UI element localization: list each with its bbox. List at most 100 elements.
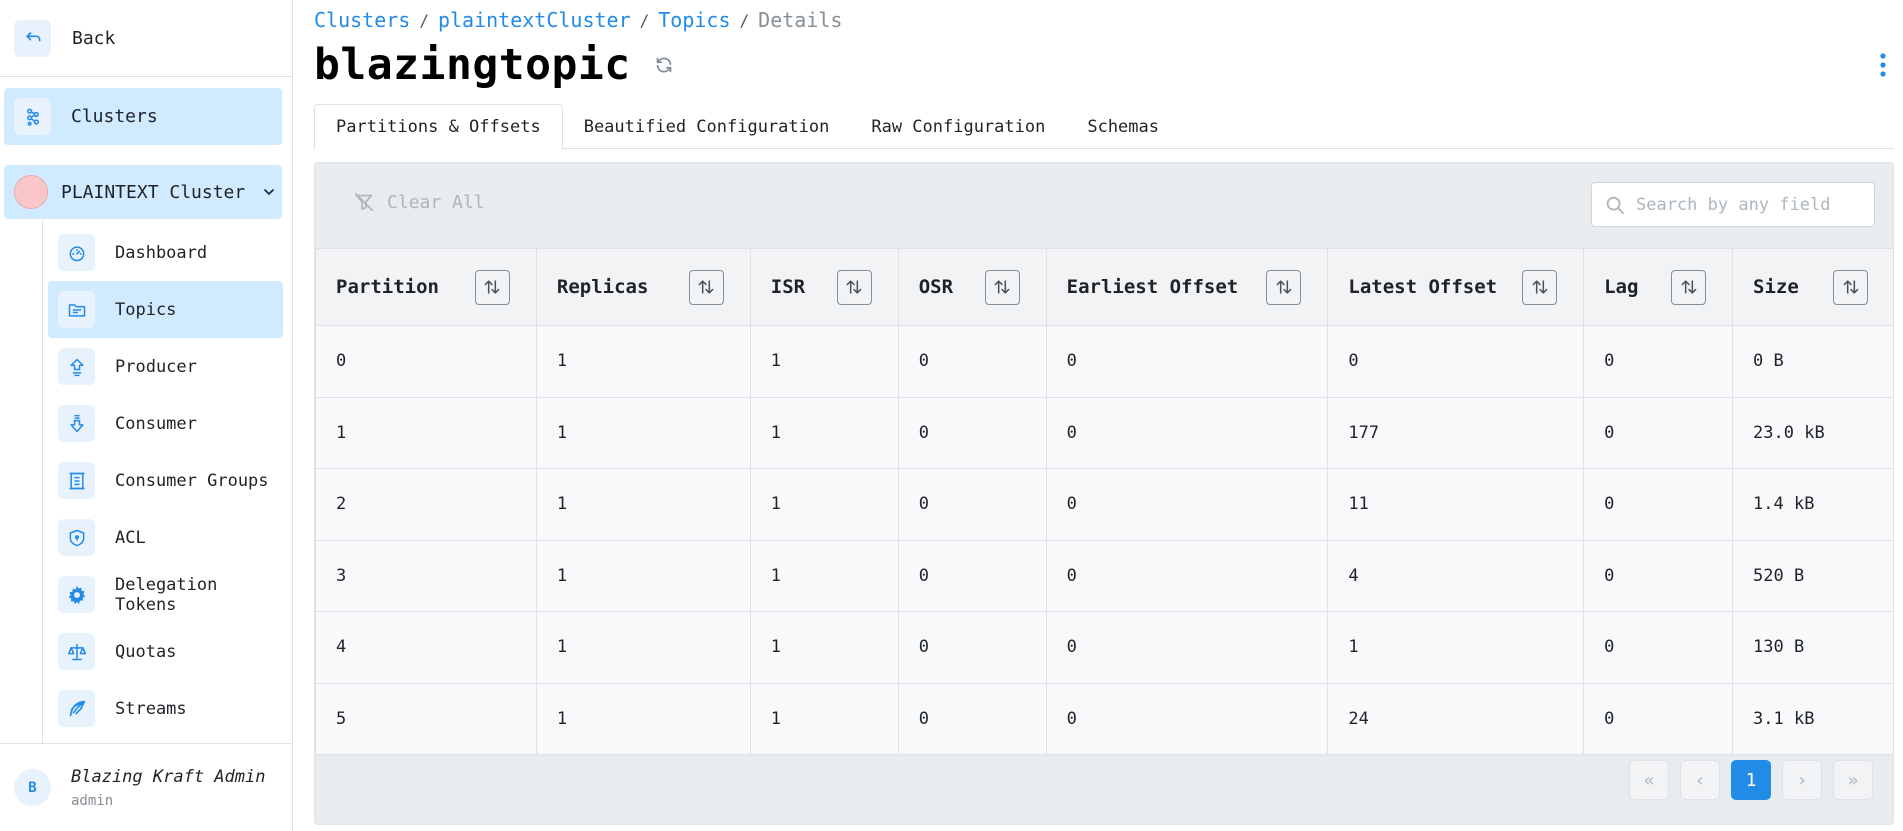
avatar: B (14, 769, 51, 806)
sidebar-item-delegation-tokens[interactable]: Delegation Tokens (48, 566, 283, 623)
sort-icon[interactable] (1833, 269, 1868, 305)
column-header: Replicas (535, 248, 751, 326)
last-page-button[interactable]: » (1833, 760, 1873, 800)
sidebar-item-label: Topics (115, 299, 177, 320)
sidebar-item-label: Producer (115, 356, 197, 377)
page-button-current[interactable]: 1 (1731, 760, 1771, 800)
tab-partitions-offsets[interactable]: Partitions & Offsets (314, 104, 563, 150)
user-profile[interactable]: B Blazing Kraft Admin admin (0, 743, 292, 831)
sidebar: Back Clusters PLAINTEXT Cluster Dashboar… (0, 0, 293, 831)
back-label: Back (72, 27, 116, 49)
filter-off-icon (353, 191, 375, 213)
column-header-label: Size (1753, 276, 1799, 298)
sidebar-item-streams[interactable]: Streams (48, 680, 283, 737)
table-cell: 1 (749, 611, 899, 684)
nav-clusters-label: Clusters (71, 106, 158, 127)
cluster-name: PLAINTEXT Cluster (61, 181, 246, 203)
next-page-button[interactable]: › (1782, 760, 1822, 800)
table-cell: 3.1 kB (1732, 682, 1893, 755)
table-cell: 0 (1045, 539, 1329, 612)
cluster-selector[interactable]: PLAINTEXT Cluster (4, 165, 282, 219)
sort-icon[interactable] (836, 269, 872, 305)
tab-beautified-configuration[interactable]: Beautified Configuration (563, 104, 851, 149)
sort-icon[interactable] (1266, 269, 1302, 305)
clear-all-label: Clear All (387, 191, 485, 213)
column-header-label: Latest Offset (1348, 276, 1498, 298)
sort-icon[interactable] (474, 269, 510, 305)
feather-icon (58, 690, 95, 727)
column-header-label: Earliest Offset (1066, 276, 1239, 298)
sidebar-item-label: Consumer (115, 413, 197, 434)
download-arrow-icon (58, 405, 95, 442)
network-icon (14, 98, 51, 135)
sort-icon[interactable] (1671, 269, 1707, 305)
table-cell: 1 (1327, 611, 1585, 684)
user-role: admin (71, 792, 114, 809)
sidebar-item-dashboard[interactable]: Dashboard (48, 224, 283, 281)
sort-icon[interactable] (688, 269, 724, 305)
clear-all-button[interactable]: Clear All (353, 191, 485, 213)
table-cell: 0 (1583, 682, 1734, 755)
table-cell: 0 (1045, 682, 1329, 755)
table-cell: 0 (897, 325, 1047, 398)
column-header-inner: Latest Offset (1348, 269, 1583, 305)
table-cell: 24 (1327, 682, 1585, 755)
table-cell: 4 (315, 611, 537, 684)
partitions-panel: Clear All Partition Replicas ISR OSR Earlies… (314, 162, 1894, 825)
sidebar-item-consumer-groups[interactable]: Consumer Groups (48, 452, 283, 509)
sort-icon[interactable] (984, 269, 1020, 305)
nav-clusters[interactable]: Clusters (4, 88, 282, 145)
back-button[interactable]: Back (0, 0, 292, 77)
table-cell: 2 (315, 468, 537, 541)
shield-icon (58, 519, 95, 556)
cluster-color-dot (14, 175, 48, 209)
gear-icon (58, 576, 95, 613)
table-cell: 3 (315, 539, 537, 612)
table-cell: 0 (1045, 396, 1329, 469)
breadcrumb: Clusters / plaintextCluster / Topics / D… (314, 8, 842, 32)
upload-arrow-icon (58, 348, 95, 385)
search-field[interactable] (1591, 182, 1875, 227)
sidebar-item-acl[interactable]: ACL (48, 509, 283, 566)
search-icon (1604, 194, 1626, 216)
first-page-button[interactable]: « (1629, 760, 1669, 800)
breadcrumb-link-topics[interactable]: Topics (658, 8, 730, 32)
table-cell: 1 (749, 396, 899, 469)
column-header-inner: Lag (1604, 269, 1732, 305)
scale-icon (58, 633, 95, 670)
table-cell: 4 (1327, 539, 1585, 612)
back-arrow-icon (14, 19, 51, 57)
table-cell: 11 (1327, 468, 1585, 541)
tab-schemas[interactable]: Schemas (1066, 104, 1180, 149)
table-row: 3 1 1 0 0 4 0 520 B (315, 539, 1893, 612)
breadcrumb-link-clusters[interactable]: Clusters (314, 8, 410, 32)
table-cell: 520 B (1732, 539, 1893, 612)
table-row: 01100000 B (315, 325, 1893, 398)
table-cell: 0 (1045, 468, 1329, 541)
prev-page-button[interactable]: ‹ (1680, 760, 1720, 800)
table-row: 1 1 1 0 0 177 0 23.0 kB (315, 396, 1893, 469)
table-cell: 0 (1583, 611, 1734, 684)
sidebar-item-topics[interactable]: Topics (48, 281, 283, 338)
breadcrumb-separator: / (739, 10, 750, 30)
sidebar-item-consumer[interactable]: Consumer (48, 395, 283, 452)
table-cell: 1 (535, 396, 751, 469)
refresh-icon[interactable] (653, 54, 675, 76)
gauge-icon (58, 234, 95, 271)
table-row: 5 1 1 0 0 24 0 3.1 kB (315, 682, 1893, 755)
column-header-inner: Size (1753, 269, 1893, 305)
more-options-icon[interactable] (1879, 52, 1887, 78)
table-cell: 5 (315, 682, 537, 755)
column-header-label: Replicas (556, 276, 649, 298)
search-input[interactable] (1636, 194, 1856, 215)
breadcrumb-link-cluster[interactable]: plaintextCluster (438, 8, 631, 32)
sidebar-item-producer[interactable]: Producer (48, 338, 283, 395)
column-header: Earliest Offset (1045, 248, 1329, 326)
sidebar-item-quotas[interactable]: Quotas (48, 623, 283, 680)
column-header: Partition (315, 248, 537, 326)
table-cell: 1 (535, 682, 751, 755)
tab-raw-configuration[interactable]: Raw Configuration (850, 104, 1066, 149)
sort-icon[interactable] (1522, 269, 1558, 305)
table-cell: 0 (1583, 539, 1734, 612)
table-cell: 0 (897, 682, 1047, 755)
